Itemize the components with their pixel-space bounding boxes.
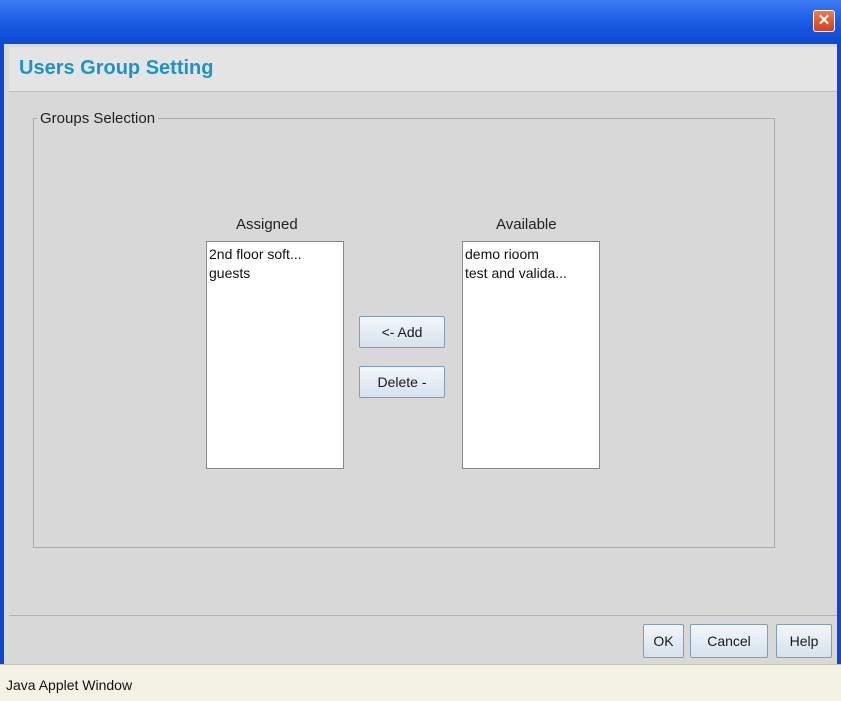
list-item[interactable]: test and valida...: [465, 264, 597, 283]
assigned-list[interactable]: 2nd floor soft... guests: [206, 241, 344, 469]
list-item[interactable]: demo rioom: [465, 245, 597, 264]
list-item[interactable]: guests: [209, 264, 341, 283]
status-text: Java Applet Window: [6, 677, 133, 693]
available-label: Available: [496, 216, 557, 233]
help-button[interactable]: Help: [776, 624, 832, 658]
footer-divider: [9, 615, 837, 616]
groups-selection-legend: Groups Selection: [37, 110, 159, 127]
window-titlebar: ✕: [0, 0, 841, 44]
close-icon: ✕: [817, 12, 831, 29]
dialog-title: Users Group Setting: [19, 57, 214, 79]
list-item[interactable]: 2nd floor soft...: [209, 245, 341, 264]
ok-button[interactable]: OK: [643, 624, 684, 658]
add-button[interactable]: <- Add: [359, 316, 445, 348]
cancel-button[interactable]: Cancel: [690, 624, 768, 658]
delete-button[interactable]: Delete -: [359, 366, 445, 398]
assigned-label: Assigned: [236, 216, 298, 233]
close-button[interactable]: ✕: [813, 10, 835, 32]
status-bar: Java Applet Window: [0, 664, 841, 701]
available-list[interactable]: demo rioom test and valida...: [462, 241, 600, 469]
